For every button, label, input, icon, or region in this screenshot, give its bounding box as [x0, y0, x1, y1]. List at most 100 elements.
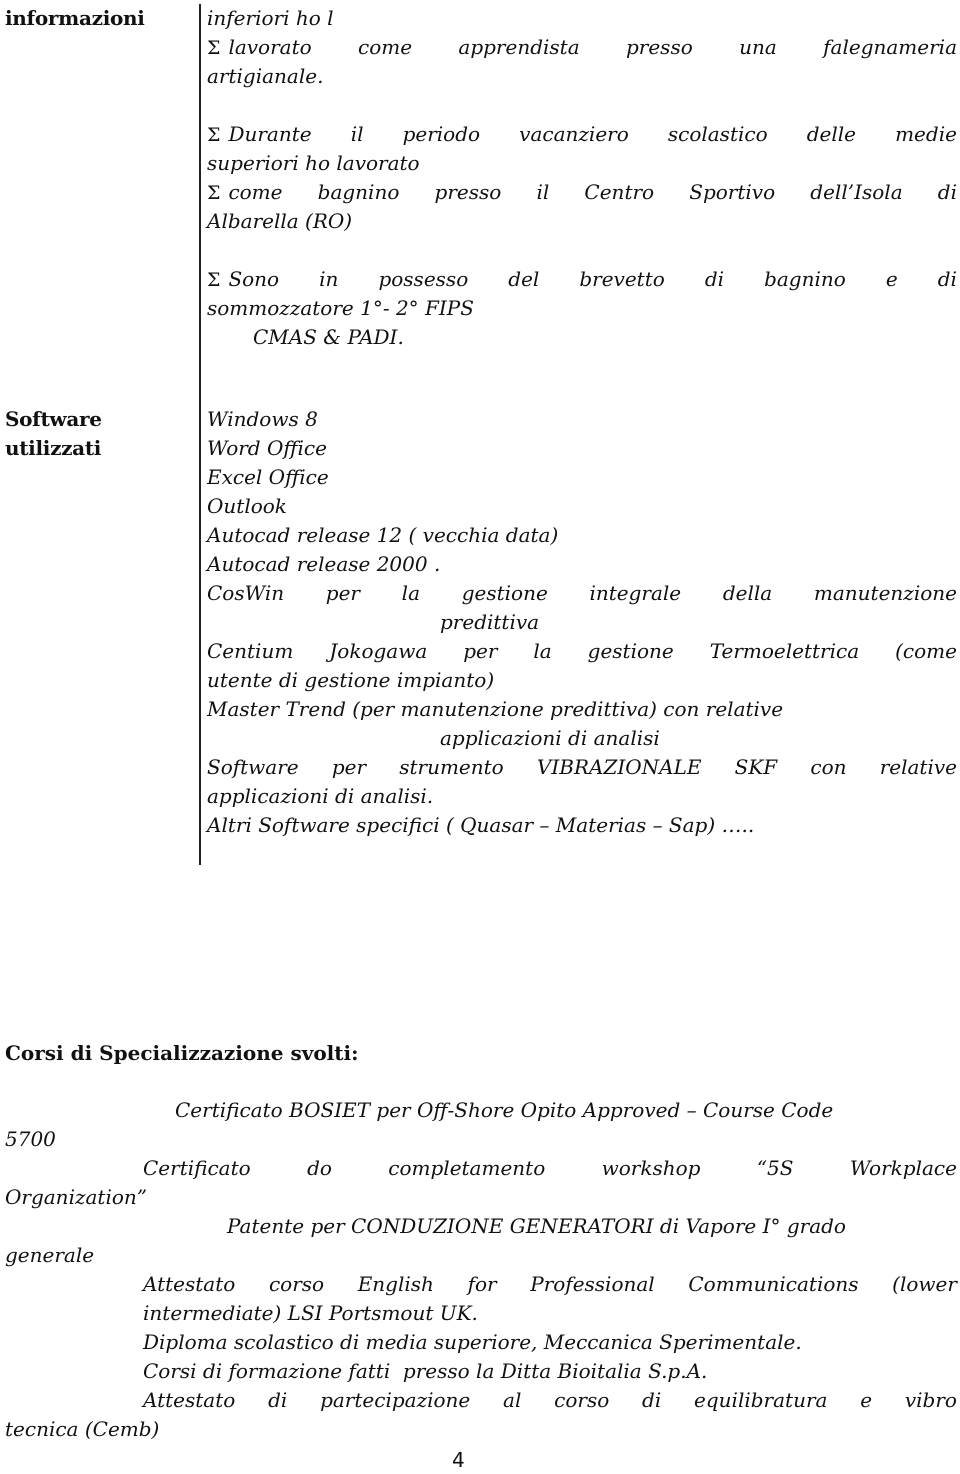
sigma-bullet-icon: Σ [207, 37, 221, 59]
word: una [739, 35, 777, 59]
word: brevetto [579, 267, 665, 291]
word: corso [554, 1388, 610, 1412]
word: completamento [388, 1156, 546, 1180]
word: Jokogawa [329, 639, 428, 663]
software-item: Outlook [207, 494, 287, 518]
info-line: sommozzatore 1°- 2° FIPS [207, 296, 474, 320]
word: presso [434, 180, 502, 204]
word: VIBRAZIONALE [536, 755, 702, 779]
word: Termoelettrica [709, 639, 860, 663]
software-item: Altri Software specifici ( Quasar – Mate… [207, 813, 755, 837]
word: la [533, 639, 552, 663]
word: la [401, 581, 420, 605]
word: workshop [601, 1156, 701, 1180]
sigma-bullet-icon: Σ [207, 124, 221, 146]
word: corso [268, 1272, 325, 1296]
software-item: Software per strumento VIBRAZIONALE SKF … [207, 753, 957, 782]
software-item-continuation: predittiva [440, 610, 540, 634]
label-software-line2: utilizzati [5, 436, 102, 460]
info-bullet-line: Σlavorato come apprendista presso una fa… [207, 33, 957, 62]
course-item-continuation: intermediate) LSI Portsmout UK. [143, 1301, 478, 1325]
word: al [503, 1388, 522, 1412]
word: gestione [587, 639, 674, 663]
word: partecipazione [320, 1388, 471, 1412]
info-line: Albarella (RO) [207, 209, 353, 233]
software-content: Windows 8 Word Office Excel Office Outlo… [207, 405, 957, 840]
word: scolastico [667, 122, 768, 146]
software-item-continuation: applicazioni di analisi. [207, 784, 434, 808]
course-item: Diploma scolastico di media superiore, M… [143, 1330, 802, 1354]
word: lavorato [228, 35, 312, 59]
corsi-content: Certificato BOSIET per Off-Shore Opito A… [5, 1096, 957, 1444]
sigma-bullet-icon: Σ [207, 182, 221, 204]
word: “5S [756, 1156, 794, 1180]
info-line: inferiori ho l [207, 6, 334, 30]
course-item: Attestato corso English for Professional… [5, 1270, 957, 1299]
software-item: Word Office [207, 436, 327, 460]
column-divider [199, 4, 201, 865]
word: falegnameria [823, 35, 957, 59]
course-item-continuation: 5700 [5, 1127, 56, 1151]
word: di [268, 1388, 288, 1412]
info-line: superiori ho lavorato [207, 151, 420, 175]
word: equilibratura [694, 1388, 828, 1412]
word: bagnino [317, 180, 400, 204]
page-number: 4 [452, 1448, 465, 1472]
word: Professional [530, 1272, 655, 1296]
word: come [358, 35, 413, 59]
word: il [536, 180, 550, 204]
word: bagnino [764, 267, 846, 291]
word: di [937, 180, 957, 204]
course-item: Corsi di formazione fatti presso la Ditt… [143, 1359, 708, 1383]
word: vibro [904, 1388, 957, 1412]
word: e [860, 1388, 873, 1412]
software-item: CosWin per la gestione integrale della m… [207, 579, 957, 608]
label-software-utilizzati: Software utilizzati [5, 405, 102, 463]
word: Centium [207, 639, 294, 663]
word: e [885, 267, 898, 291]
word: Workplace [849, 1156, 957, 1180]
info-bullet-line: Σ Sono in possesso del brevetto di bagnin… [207, 265, 957, 294]
word: Communications [688, 1272, 859, 1296]
word: con [810, 755, 847, 779]
word: di [642, 1388, 662, 1412]
software-item: Centium Jokogawa per la gestione Termoel… [207, 637, 957, 666]
label-informazioni: informazioni [5, 6, 145, 30]
word: for [467, 1272, 497, 1296]
label-software-line1: Software [5, 407, 102, 431]
word: medie [895, 122, 957, 146]
software-item: Autocad release 2000 . [207, 552, 441, 576]
course-item-continuation: Organization” [5, 1185, 148, 1209]
word: delle [806, 122, 856, 146]
word: Attestato [143, 1388, 236, 1412]
word: Certificato [143, 1156, 251, 1180]
software-item-continuation: applicazioni di analisi [440, 726, 660, 750]
word: gestione [461, 581, 548, 605]
software-item: Excel Office [207, 465, 329, 489]
word: Software [207, 755, 299, 779]
word: Attestato [143, 1272, 236, 1296]
section-heading-corsi: Corsi di Specializzazione svolti: [5, 1041, 359, 1065]
word: Centro [584, 180, 655, 204]
info-bullet-line: Σ Durante il periodo vacanziero scolastic… [207, 120, 957, 149]
word: possesso [378, 267, 469, 291]
course-item: Attestato di partecipazione al corso di … [5, 1386, 957, 1415]
course-item: Patente per CONDUZIONE GENERATORI di Vap… [227, 1214, 846, 1238]
word: vacanziero [519, 122, 629, 146]
word: (come [895, 639, 957, 663]
word: CosWin [207, 581, 285, 605]
word: Sportivo [689, 180, 776, 204]
info-bullet-line: Σcome bagnino presso il Centro Sportivo … [207, 178, 957, 207]
software-item: Autocad release 12 ( vecchia data) [207, 523, 559, 547]
word: dell’Isola [810, 180, 903, 204]
word: Durante [228, 122, 312, 146]
word: periodo [402, 122, 481, 146]
word: per [331, 755, 367, 779]
course-item-continuation: tecnica (Cemb) [5, 1417, 160, 1441]
word: apprendista [458, 35, 580, 59]
course-item: Certificato do completamento workshop “5… [5, 1154, 957, 1183]
sigma-bullet-icon: Σ [207, 269, 221, 291]
word: per [325, 581, 360, 605]
info-line: CMAS & PADI. [253, 325, 404, 349]
word: (lower [892, 1272, 957, 1296]
